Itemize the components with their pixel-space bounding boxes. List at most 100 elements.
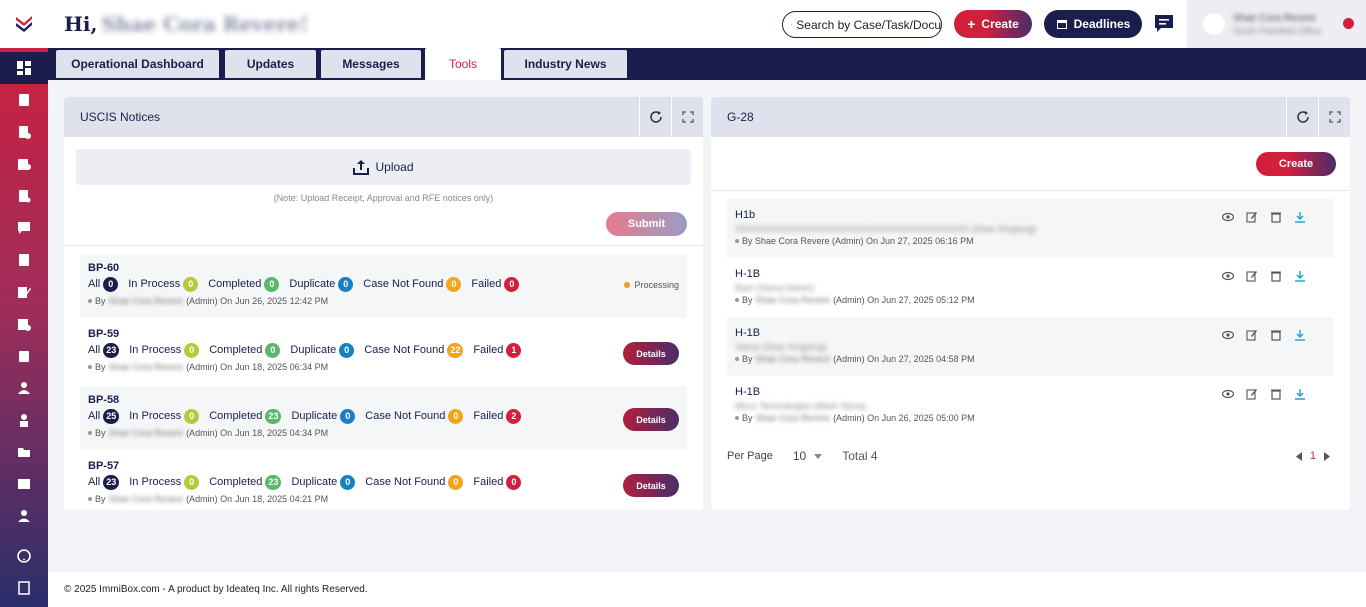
by-user: Shae Cora Revere — [755, 354, 831, 364]
edit-icon[interactable] — [1246, 270, 1258, 282]
sidebar-item-edit[interactable] — [0, 276, 48, 308]
sidebar-item-users[interactable] — [0, 372, 48, 404]
stat-label: Case Not Found — [365, 476, 446, 488]
chat-icon[interactable] — [1154, 14, 1174, 37]
sidebar-item-manual[interactable] — [0, 572, 48, 604]
current-page[interactable]: 1 — [1310, 450, 1316, 462]
sidebar-item-clients[interactable] — [0, 404, 48, 436]
tab-messages[interactable]: Messages — [321, 50, 421, 78]
details-button[interactable]: Details — [623, 342, 679, 365]
edit-icon[interactable] — [1246, 329, 1258, 341]
deadlines-button[interactable]: Deadlines — [1044, 10, 1142, 38]
download-icon[interactable] — [1294, 329, 1306, 341]
download-icon[interactable] — [1294, 388, 1306, 400]
tab-industry-news[interactable]: Industry News — [504, 50, 627, 78]
sidebar-item-forms[interactable] — [0, 116, 48, 148]
chevron-down-icon — [814, 453, 823, 459]
person-icon — [20, 414, 28, 427]
stat-completed: Completed 23 — [209, 408, 282, 424]
g28-row: H-1B Micro Technologies (Mark Stone) By S… — [727, 376, 1334, 435]
pagination: Per Page 10 Total 4 1 — [727, 449, 1334, 463]
submit-button[interactable]: Submit — [606, 212, 687, 236]
app-logo[interactable] — [0, 0, 48, 48]
stat-label: Case Not Found — [365, 410, 446, 422]
delete-icon[interactable] — [1270, 270, 1282, 282]
sidebar-item-folders[interactable] — [0, 436, 48, 468]
count-badge: 0 — [506, 474, 522, 490]
g28-create-button[interactable]: Create — [1256, 152, 1336, 176]
sidebar-item-tasks[interactable] — [0, 340, 48, 372]
logo-icon — [16, 16, 32, 32]
sidebar-item-news[interactable] — [0, 468, 48, 500]
create-button[interactable]: + Create — [954, 10, 1032, 38]
total-count: Total 4 — [842, 449, 878, 463]
sidebar-item-calendar[interactable] — [0, 308, 48, 340]
chevron-down-icon[interactable] — [1343, 18, 1354, 29]
notice-row: BP-57 All 23 In Process 0 Completed 23 Duplica… — [80, 452, 687, 510]
tab-operational-dashboard[interactable]: Operational Dashboard — [56, 50, 219, 78]
count-badge: 1 — [506, 342, 522, 358]
sidebar-item-cases[interactable] — [0, 84, 48, 116]
refresh-icon[interactable] — [639, 97, 671, 137]
view-icon[interactable] — [1222, 211, 1234, 223]
search-input[interactable]: Search by Case/Task/Docu — [782, 11, 942, 38]
sidebar-item-messages[interactable] — [0, 212, 48, 244]
sidebar-item-billing[interactable] — [0, 148, 48, 180]
count-badge: 0 — [504, 276, 520, 292]
stat-duplicate: Duplicate 0 — [290, 342, 355, 358]
stat-in_process: In Process 0 — [129, 342, 200, 358]
download-icon[interactable] — [1294, 211, 1306, 223]
stat-in_process: In Process 0 — [129, 474, 200, 490]
tab-tools[interactable]: Tools — [425, 48, 501, 80]
count-badge: 0 — [446, 276, 462, 292]
row-actions — [1222, 270, 1306, 282]
stat-label: Failed — [473, 410, 504, 422]
bullet-icon — [735, 416, 739, 420]
by-user: Shae Cora Revere — [755, 413, 831, 423]
delete-icon[interactable] — [1270, 388, 1282, 400]
team-icon — [18, 510, 30, 522]
form-icon — [19, 126, 31, 139]
view-icon[interactable] — [1222, 270, 1234, 282]
document-icon — [19, 94, 29, 106]
per-page-select[interactable]: 10 — [793, 449, 823, 463]
sidebar-item-dashboard[interactable] — [0, 52, 48, 84]
expand-icon[interactable] — [671, 97, 703, 137]
by-label: By — [742, 295, 753, 305]
details-button[interactable]: Details — [623, 408, 679, 431]
stat-label: All — [88, 278, 101, 290]
by-user: Shae Cora Revere — [755, 295, 831, 305]
notice-stats: All 23 In Process 0 Completed 0 Duplicate 0 Case… — [88, 342, 679, 358]
sidebar-item-notes[interactable] — [0, 244, 48, 276]
tab-updates[interactable]: Updates — [225, 50, 316, 78]
sidebar-item-help[interactable] — [0, 540, 48, 572]
edit-icon[interactable] — [1246, 388, 1258, 400]
bullet-icon — [88, 431, 92, 435]
notice-date: Jun 18, 2025 04:34 PM — [235, 428, 329, 438]
sidebar-item-team[interactable] — [0, 500, 48, 532]
delete-icon[interactable] — [1270, 329, 1282, 341]
view-icon[interactable] — [1222, 329, 1234, 341]
help-icon — [17, 549, 31, 563]
delete-icon[interactable] — [1270, 211, 1282, 223]
notice-row: BP-60 All 0 In Process 0 Completed 0 Duplicate… — [80, 254, 687, 318]
chevron-left-icon[interactable] — [1295, 451, 1302, 461]
refresh-icon[interactable] — [1286, 97, 1318, 137]
download-icon[interactable] — [1294, 270, 1306, 282]
g28-subtitle: Micro Technologies (Mark Stone) — [735, 401, 867, 411]
by-label: By — [95, 494, 106, 504]
user-profile[interactable]: Shae Cora Revere South Plainfield Office — [1187, 0, 1366, 48]
count-badge: 0 — [448, 408, 464, 424]
details-button[interactable]: Details — [623, 474, 679, 497]
stat-case_not_found: Case Not Found 0 — [365, 408, 464, 424]
edit-icon[interactable] — [1246, 211, 1258, 223]
view-icon[interactable] — [1222, 388, 1234, 400]
upload-button[interactable]: Upload — [76, 149, 691, 185]
bullet-icon — [735, 357, 739, 361]
stat-label: Case Not Found — [364, 344, 445, 356]
stat-in_process: In Process 0 — [128, 276, 199, 292]
expand-icon[interactable] — [1318, 97, 1350, 137]
chevron-right-icon[interactable] — [1324, 451, 1330, 461]
sidebar-item-reports[interactable] — [0, 180, 48, 212]
profile-name: Shae Cora Revere — [1233, 12, 1316, 24]
